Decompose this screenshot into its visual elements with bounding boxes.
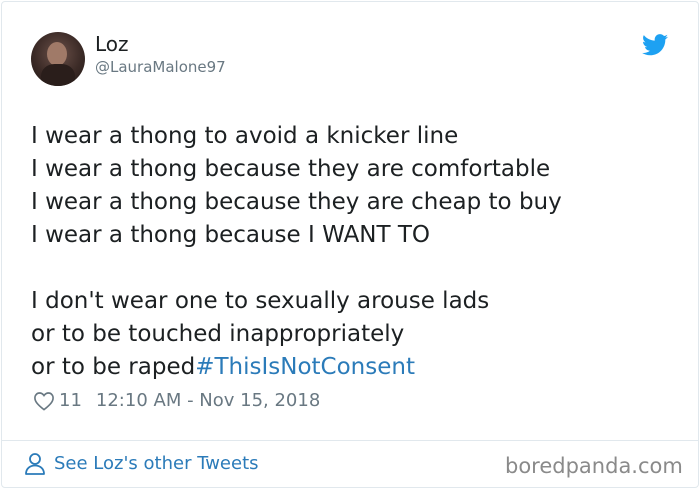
tweet-line: or to be touched inappropriately (31, 321, 405, 347)
tweet-line: I don't wear one to sexually arouse lads (31, 288, 490, 314)
see-other-tweets-label: See Loz's other Tweets (54, 453, 259, 474)
twitter-bird-icon[interactable] (642, 34, 668, 56)
avatar[interactable] (31, 32, 85, 86)
avatar-face (47, 42, 67, 66)
like-count[interactable]: 11 (59, 389, 82, 413)
divider (1, 440, 698, 441)
see-other-tweets-link[interactable]: See Loz's other Tweets (24, 452, 259, 476)
tweet-line: I wear a thong because they are cheap to… (31, 189, 562, 215)
tweet-line: I wear a thong to avoid a knicker line (31, 123, 459, 149)
display-name[interactable]: Loz (95, 32, 129, 56)
paragraph-break (31, 252, 562, 285)
tweet-line-last: or to be raped#ThisIsNotConsent (31, 351, 562, 384)
watermark: boredpanda.com (505, 454, 683, 478)
tweet-line: I wear a thong because I WANT TO (31, 222, 431, 248)
heart-icon[interactable] (33, 391, 55, 411)
tweet-line-text: or to be raped (31, 354, 196, 380)
person-icon (25, 453, 45, 475)
tweet-line: I wear a thong because they are comforta… (31, 156, 551, 182)
tweet-text: I wear a thong to avoid a knicker line I… (31, 120, 562, 384)
avatar-body (41, 64, 75, 86)
user-handle[interactable]: @LauraMalone97 (95, 58, 226, 76)
tweet-meta: 11 12:10 AM - Nov 15, 2018 (33, 389, 320, 413)
timestamp[interactable]: 12:10 AM - Nov 15, 2018 (96, 389, 320, 413)
hashtag-link[interactable]: #ThisIsNotConsent (195, 354, 415, 380)
